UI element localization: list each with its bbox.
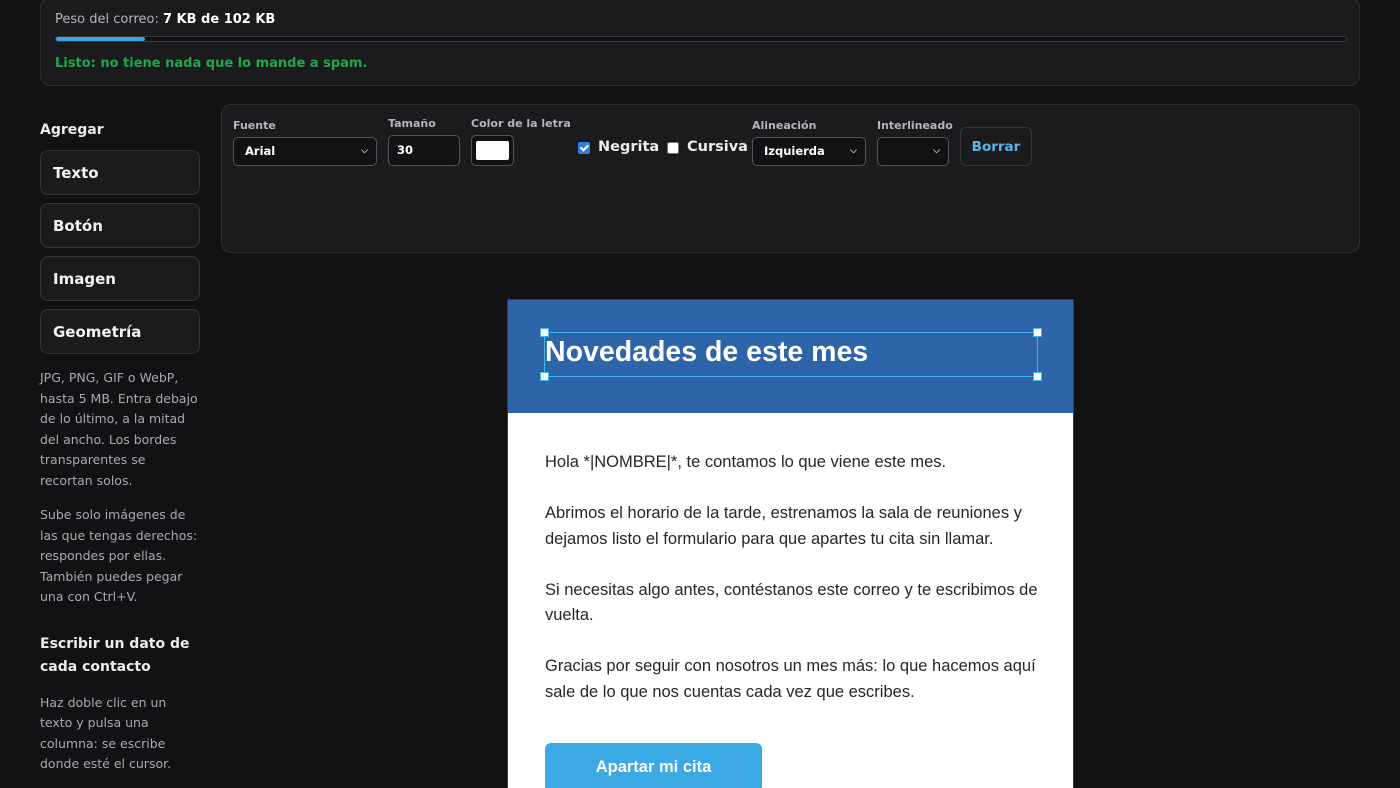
email-body-text[interactable]: Hola *|NOMBRE|*, te contamos lo que vien… (545, 450, 1040, 731)
text-format-toolbar: Fuente Arial ⌵ Tamaño 30 Color de la let… (221, 104, 1360, 253)
merge-field-heading: Escribir un dato de cada contacto (40, 635, 190, 675)
weight-value: 7 KB de 102 KB (162, 12, 276, 27)
add-sidebar: Agregar Texto Botón Imagen Geometría JPG… (40, 122, 200, 775)
email-paragraph[interactable]: Abrimos el horario de la tarde, estrenam… (545, 501, 1040, 552)
font-select[interactable]: Arial ⌵ (233, 137, 377, 166)
image-help-text: JPG, PNG, GIF o WebP, hasta 5 MB. Entra … (40, 370, 198, 488)
bold-label[interactable]: Negrita (598, 139, 659, 155)
resize-handle-bottom-right[interactable] (1033, 372, 1042, 381)
italic-checkbox[interactable] (667, 142, 679, 154)
font-color-picker[interactable] (471, 135, 514, 166)
weight-label-prefix: Peso del correo: (55, 12, 163, 27)
email-paragraph[interactable]: Hola *|NOMBRE|*, te contamos lo que vien… (545, 450, 1040, 476)
alignment-select[interactable]: Izquierda ⌵ (752, 137, 866, 166)
font-color-swatch (476, 141, 509, 160)
italic-label[interactable]: Cursiva (687, 139, 748, 155)
bold-checkbox[interactable] (578, 142, 590, 154)
resize-handle-bottom-left[interactable] (540, 372, 549, 381)
email-canvas[interactable]: Novedades de este mes Hola *|NOMBRE|*, t… (507, 299, 1074, 788)
email-cta-button[interactable]: Apartar mi cita (545, 743, 762, 788)
resize-handle-top-right[interactable] (1033, 328, 1042, 337)
add-geometry-button[interactable]: Geometría (40, 309, 200, 354)
weight-label: Peso del correo: 7 KB de 102 KB (55, 12, 275, 27)
chevron-down-icon: ⌵ (850, 146, 857, 156)
selection-frame[interactable] (544, 332, 1038, 377)
font-label: Fuente (233, 119, 276, 132)
alignment-label: Alineación (752, 119, 817, 132)
resize-handle-top-left[interactable] (540, 328, 549, 337)
add-button-button[interactable]: Botón (40, 203, 200, 248)
line-height-label: Interlineado (877, 119, 953, 132)
rights-help-text: Sube solo imágenes de las que tengas der… (40, 507, 198, 604)
chevron-down-icon: ⌵ (933, 146, 940, 156)
weight-progress-bar (55, 36, 1347, 42)
add-image-button[interactable]: Imagen (40, 256, 200, 301)
font-select-value: Arial (245, 144, 276, 158)
merge-field-help-text: Haz doble clic en un texto y pulsa una c… (40, 694, 172, 772)
weight-progress-fill (56, 37, 145, 41)
email-paragraph[interactable]: Gracias por seguir con nosotros un mes m… (545, 654, 1040, 705)
sidebar-heading: Agregar (40, 122, 104, 138)
email-header-block[interactable]: Novedades de este mes (508, 300, 1073, 413)
spam-status-text: Listo: no tiene nada que lo mande a spam… (55, 56, 368, 71)
add-text-button[interactable]: Texto (40, 150, 200, 195)
email-paragraph[interactable]: Si necesitas algo antes, contéstanos est… (545, 578, 1040, 629)
alignment-select-value: Izquierda (764, 144, 825, 158)
erase-button[interactable]: Borrar (960, 127, 1032, 166)
font-color-label: Color de la letra (471, 117, 571, 130)
chevron-down-icon: ⌵ (361, 146, 368, 156)
size-label: Tamaño (388, 117, 436, 130)
email-weight-panel: Peso del correo: 7 KB de 102 KB Listo: n… (40, 0, 1360, 86)
size-input[interactable]: 30 (388, 135, 460, 166)
line-height-select[interactable]: ⌵ (877, 137, 949, 166)
